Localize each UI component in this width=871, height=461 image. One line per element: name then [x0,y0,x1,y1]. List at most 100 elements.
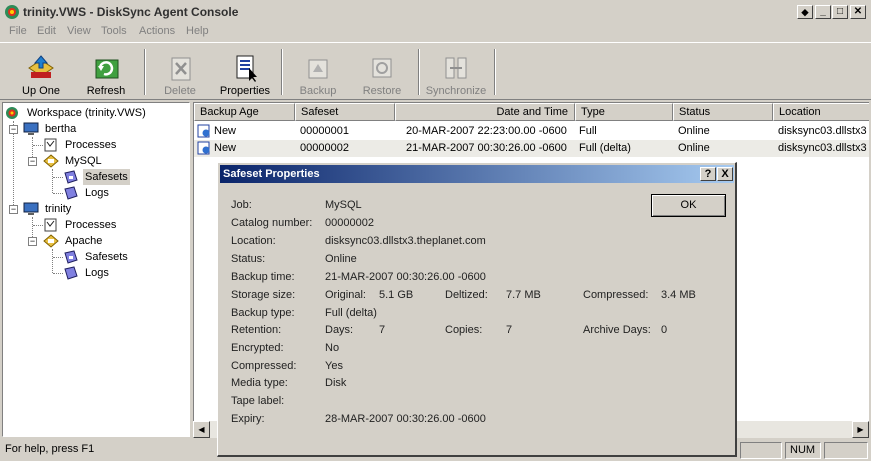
safeset-icon [197,124,210,138]
job-label: Job: [231,199,252,211]
properties-button[interactable]: Properties [217,51,273,99]
backup-type-value: Full (delta) [325,307,377,319]
cell-date-time: 21-MAR-2007 00:30:26.00 -0600 [406,142,567,154]
help-button[interactable]: ? [700,167,716,181]
up-one-button[interactable]: Up One [13,51,69,99]
synchronize-icon [445,57,467,79]
collapse-icon[interactable]: − [28,157,37,166]
collapse-icon[interactable]: − [28,237,37,246]
menu-edit[interactable]: Edit [37,25,56,37]
original-value: 5.1 GB [379,289,414,301]
safeset-icon [197,141,210,155]
menu-actions[interactable]: Actions [139,25,175,37]
tree-line [52,249,53,273]
tree-label: Safesets [83,169,130,185]
ok-button[interactable]: OK [651,194,726,217]
window-title: trinity.VWS - DiskSync Agent Console [23,5,239,19]
cell-type: Full (delta) [579,142,631,154]
dialog-close-button[interactable]: X [717,167,733,181]
backup-button[interactable]: Backup [290,51,346,99]
copies-label: Copies: [445,324,483,336]
toolbar-separator [144,49,146,95]
catalog-label: Catalog number: [231,217,313,229]
tree-label: trinity [45,203,72,215]
computer-icon [23,202,39,215]
tree-line [33,225,43,226]
column-header-backup-age[interactable]: Backup Age [194,103,295,121]
cell-type: Full [579,125,597,137]
original-label: Original: [325,289,366,301]
catalog-value: 00000002 [325,217,374,229]
workspace-tree[interactable]: Workspace (trinity.VWS) − bertha Process… [2,102,190,437]
properties-icon [236,55,257,82]
column-header-date-time[interactable]: Date and Time [395,103,575,121]
menu-file[interactable]: File [9,25,27,37]
delete-label: Delete [164,85,196,97]
menu-help[interactable]: Help [186,25,209,37]
safesets-icon [64,170,78,184]
workspace-icon [6,107,18,119]
tree-line [53,257,63,258]
column-header-location[interactable]: Location [773,103,869,121]
menu-view[interactable]: View [67,25,91,37]
column-header-type[interactable]: Type [575,103,673,121]
restore-label: Restore [362,85,402,97]
tree-label: Processes [65,139,117,151]
refresh-button[interactable]: Refresh [78,51,134,99]
minimize-button[interactable]: _ [815,5,831,19]
toolbar-separator [494,49,496,95]
num-lock-indicator: NUM [785,442,821,459]
backup-time-label: Backup time: [231,271,295,283]
job-value: MySQL [325,199,362,211]
processes-icon [44,218,57,232]
delete-button[interactable]: Delete [152,51,208,99]
tree-label: bertha [45,123,77,135]
tree-label: Apache [65,235,103,247]
encrypted-value: No [325,342,340,354]
job-icon [43,234,59,248]
synchronize-button[interactable]: Synchronize [423,51,489,99]
cell-safeset: 00000002 [300,142,349,154]
column-header-safeset[interactable]: Safeset [295,103,395,121]
close-button[interactable]: ✕ [850,5,866,19]
synchronize-label: Synchronize [425,85,487,97]
compressed-size-value: 3.4 MB [661,289,696,301]
scroll-left-icon[interactable]: ◀ [193,421,210,438]
table-row[interactable]: New 00000002 21-MAR-2007 00:30:26.00 -06… [194,140,869,157]
compressed-value: Yes [325,360,343,372]
archive-days-value: 0 [661,324,668,336]
delete-icon [171,57,191,81]
collapse-icon[interactable]: − [9,205,18,214]
job-icon [43,154,59,168]
menu-tools[interactable]: Tools [101,25,127,37]
title-bar: trinity.VWS - DiskSync Agent Console ◆ _… [0,0,871,25]
status-panel [740,442,782,459]
toolbar-separator [281,49,283,95]
status-label: Status: [231,253,266,265]
days-value: 7 [379,324,386,336]
media-type-label: Media type: [231,377,288,389]
collapse-icon[interactable]: − [9,125,18,134]
backup-time-value: 21-MAR-2007 00:30:26.00 -0600 [325,271,486,283]
restore-button[interactable]: Restore [354,51,410,99]
refresh-label: Refresh [86,85,126,97]
expiry-value: 28-MAR-2007 00:30:26.00 -0600 [325,413,486,425]
tree-line [53,193,63,194]
dialog-title-bar: Safeset Properties ? X [220,165,734,183]
scroll-right-icon[interactable]: ▶ [852,421,869,438]
retention-label: Retention: [231,324,282,336]
tree-label: Logs [85,267,109,279]
expiry-label: Expiry: [231,413,265,425]
up-one-label: Up One [22,85,60,97]
cell-backup-age: New [214,125,237,137]
backup-type-label: Backup type: [231,307,295,319]
tree-line [53,177,63,178]
tree-line [13,121,14,209]
table-row[interactable]: New 00000001 20-MAR-2007 22:23:00.00 -06… [194,123,869,140]
column-header-status[interactable]: Status [673,103,773,121]
compressed-label: Compressed: [231,360,297,372]
list-header: Backup Age Safeset Date and Time Type St… [194,103,869,121]
deltized-label: Deltized: [445,289,488,301]
restore-icon[interactable]: ◆ [797,5,813,19]
maximize-button[interactable]: □ [832,5,848,19]
